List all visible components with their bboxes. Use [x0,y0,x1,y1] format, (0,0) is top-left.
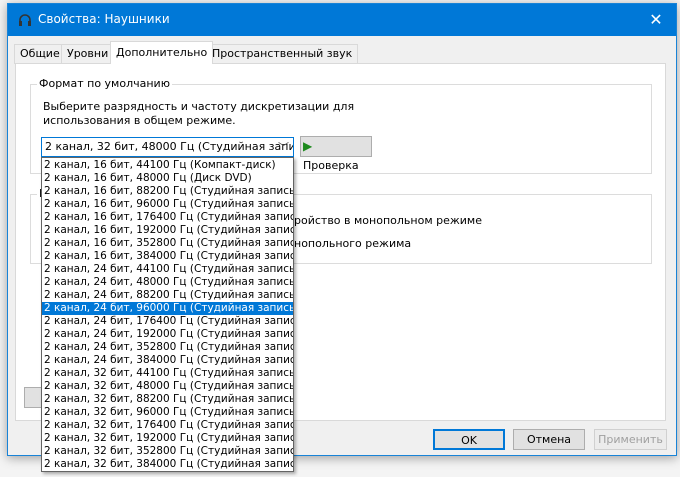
format-option[interactable]: 2 канал, 24 бит, 192000 Гц (Студийная за… [42,328,293,341]
window-title: Свойства: Наушники [38,12,170,26]
format-option[interactable]: 2 канал, 32 бит, 384000 Гц (Студийная за… [42,458,293,471]
test-button-label: Проверка [303,159,359,172]
format-option[interactable]: 2 канал, 32 бит, 44100 Гц (Студийная зап… [42,367,293,380]
format-option[interactable]: 2 канал, 32 бит, 352800 Гц (Студийная за… [42,445,293,458]
format-option[interactable]: 2 канал, 24 бит, 44100 Гц (Студийная зап… [42,263,293,276]
format-selected-value: 2 канал, 32 бит, 48000 Гц (Студийная зап… [45,140,294,153]
format-option[interactable]: 2 канал, 16 бит, 352800 Гц (Студийная за… [42,237,293,250]
format-option[interactable]: 2 канал, 16 бит, 96000 Гц (Студийная зап… [42,198,293,211]
apply-button[interactable]: Применить [594,429,667,450]
format-option[interactable]: 2 канал, 16 бит, 176400 Гц (Студийная за… [42,211,293,224]
format-option[interactable]: 2 канал, 16 бит, 44100 Гц (Компакт-диск) [42,159,293,172]
test-button[interactable]: ▶ Проверка [300,136,372,172]
exclusive-priority-label[interactable]: нопольного режима [294,237,411,250]
title-bar[interactable]: Свойства: Наушники ✕ [8,4,676,36]
cancel-button[interactable]: Отмена [513,429,585,450]
format-option[interactable]: 2 канал, 24 бит, 384000 Гц (Студийная за… [42,354,293,367]
close-icon: ✕ [649,10,663,29]
format-option[interactable]: 2 канал, 32 бит, 176400 Гц (Студийная за… [42,419,293,432]
format-option[interactable]: 2 канал, 32 бит, 96000 Гц (Студийная зап… [42,406,293,419]
default-format-title: Формат по умолчанию [37,77,172,90]
tab-general[interactable]: Общие [14,44,66,64]
ok-button[interactable]: OK [433,429,505,450]
tab-spatial-sound[interactable]: Пространственный звук [206,44,359,64]
format-option[interactable]: 2 канал, 32 бит, 88200 Гц (Студийная зап… [42,393,293,406]
description-line-2: использования в общем режиме. [43,114,236,127]
close-button[interactable]: ✕ [636,4,676,36]
format-option[interactable]: 2 канал, 16 бит, 88200 Гц (Студийная зап… [42,185,293,198]
format-option[interactable]: 2 канал, 24 бит, 88200 Гц (Студийная зап… [42,289,293,302]
format-dropdown-list[interactable]: 2 канал, 16 бит, 44100 Гц (Компакт-диск)… [41,157,294,472]
format-option[interactable]: 2 канал, 24 бит, 48000 Гц (Студийная зап… [42,276,293,289]
play-icon: ▶ [303,139,313,153]
tab-levels[interactable]: Уровни [61,44,115,64]
format-option[interactable]: 2 канал, 16 бит, 192000 Гц (Студийная за… [42,224,293,237]
format-option[interactable]: 2 канал, 16 бит, 384000 Гц (Студийная за… [42,250,293,263]
format-option[interactable]: 2 канал, 16 бит, 48000 Гц (Диск DVD) [42,172,293,185]
chevron-down-icon: ﹀ [278,141,289,154]
format-option[interactable]: 2 канал, 32 бит, 192000 Гц (Студийная за… [42,432,293,445]
format-option[interactable]: 2 канал, 32 бит, 48000 Гц (Студийная зап… [42,380,293,393]
format-option[interactable]: 2 канал, 24 бит, 96000 Гц (Студийная зап… [42,302,293,315]
format-option[interactable]: 2 канал, 24 бит, 352800 Гц (Студийная за… [42,341,293,354]
format-combobox[interactable]: 2 канал, 32 бит, 48000 Гц (Студийная зап… [41,137,294,157]
format-option[interactable]: 2 канал, 24 бит, 176400 Гц (Студийная за… [42,315,293,328]
description-line-1: Выберите разрядность и частоту дискретиз… [43,100,355,113]
exclusive-allow-label[interactable]: ройство в монопольном режиме [294,214,482,227]
tab-advanced[interactable]: Дополнительно [110,41,214,64]
headphones-icon [19,14,31,26]
